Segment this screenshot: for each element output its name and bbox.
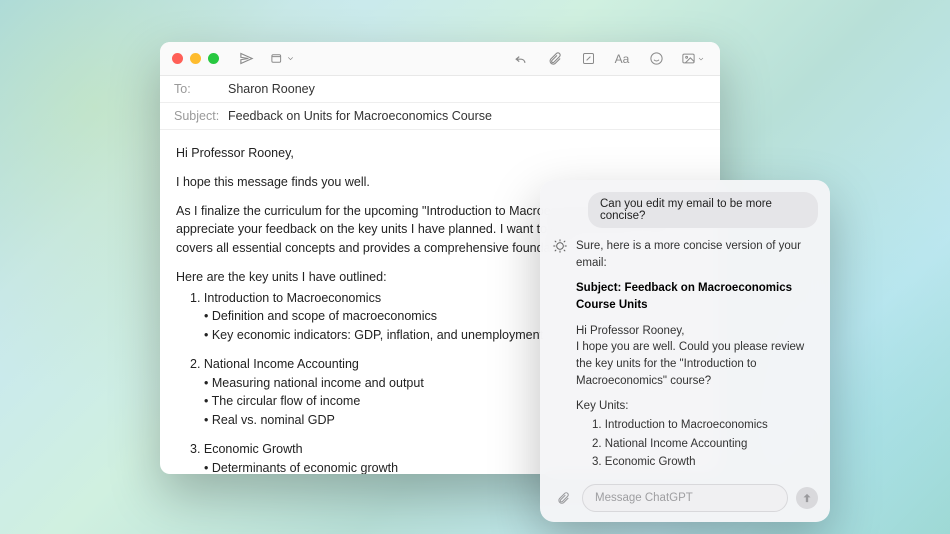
reply-icon[interactable] xyxy=(508,47,532,71)
mail-greeting: Hi Professor Rooney, xyxy=(176,144,704,163)
chat-input[interactable] xyxy=(582,484,788,512)
assistant-subject: Subject: Feedback on Macroeconomics Cour… xyxy=(576,280,818,313)
user-message-bubble: Can you edit my email to be more concise… xyxy=(588,192,818,228)
chatgpt-panel: Can you edit my email to be more concise… xyxy=(540,180,830,522)
toolbar-right-group: Aa xyxy=(508,47,708,71)
chat-send-button[interactable] xyxy=(796,487,818,509)
traffic-lights xyxy=(172,53,219,64)
subject-field-row[interactable]: Subject: Feedback on Units for Macroecon… xyxy=(160,103,720,130)
assistant-keyunits-list: 1. Introduction to Macroeconomics 2. Nat… xyxy=(576,417,818,471)
subject-value: Feedback on Units for Macroeconomics Cou… xyxy=(228,109,492,123)
keyunit-1: 1. Introduction to Macroeconomics xyxy=(592,417,818,434)
chat-input-row xyxy=(552,484,818,512)
header-fields-dropdown[interactable] xyxy=(265,47,299,71)
link-icon[interactable] xyxy=(576,47,600,71)
mail-titlebar: Aa xyxy=(160,42,720,76)
keyunit-3: 3. Economic Growth xyxy=(592,454,818,471)
to-label: To: xyxy=(174,82,220,96)
close-window-button[interactable] xyxy=(172,53,183,64)
to-field-row[interactable]: To: Sharon Rooney xyxy=(160,76,720,103)
send-mail-button[interactable] xyxy=(234,47,258,71)
chat-header: Can you edit my email to be more concise… xyxy=(552,192,818,228)
to-value: Sharon Rooney xyxy=(228,82,315,96)
format-text-button[interactable]: Aa xyxy=(610,47,634,71)
photo-dropdown[interactable] xyxy=(678,47,708,71)
openai-logo-icon xyxy=(552,238,568,254)
assistant-body: I hope you are well. Could you please re… xyxy=(576,339,818,389)
keyunit-2: 2. National Income Accounting xyxy=(592,436,818,453)
assistant-message: Sure, here is a more concise version of … xyxy=(552,238,818,476)
assistant-text: Sure, here is a more concise version of … xyxy=(576,238,818,476)
minimize-window-button[interactable] xyxy=(190,53,201,64)
assistant-greeting: Hi Professor Rooney, xyxy=(576,323,818,340)
attachment-icon[interactable] xyxy=(542,47,566,71)
assistant-keyunits-label: Key Units: xyxy=(576,398,818,415)
chat-attachment-button[interactable] xyxy=(552,487,574,509)
maximize-window-button[interactable] xyxy=(208,53,219,64)
assistant-lead: Sure, here is a more concise version of … xyxy=(576,238,818,271)
subject-label: Subject: xyxy=(174,109,220,123)
emoji-icon[interactable] xyxy=(644,47,668,71)
